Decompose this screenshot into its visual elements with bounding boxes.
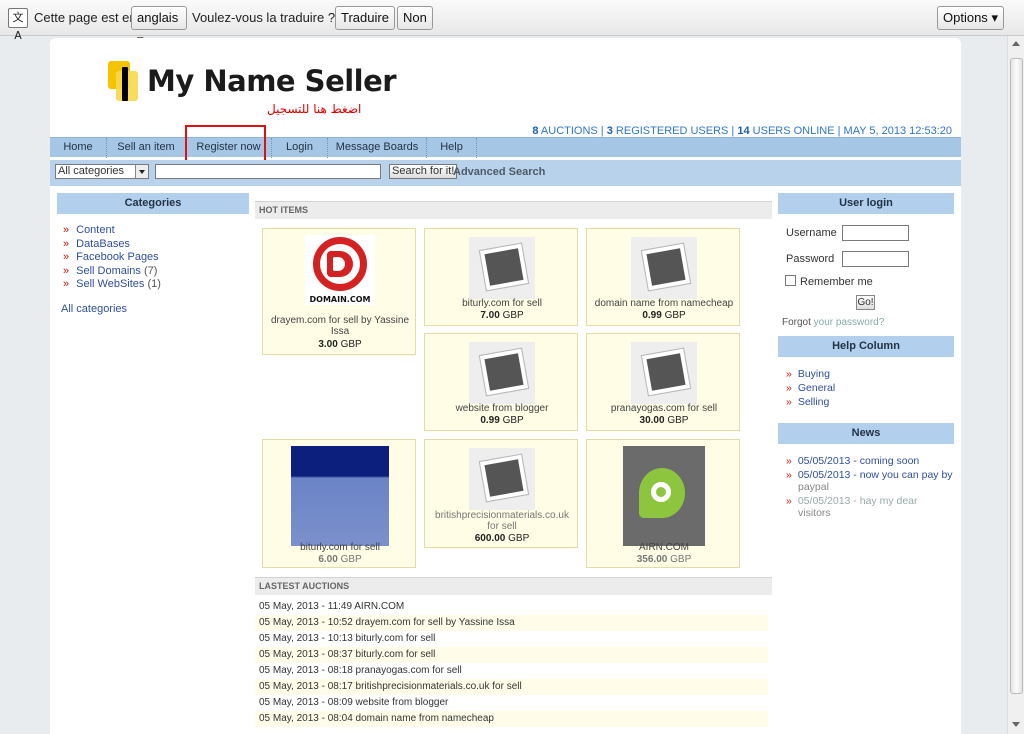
help-column-header: Help Column [778, 336, 954, 357]
image-placeholder-icon [469, 448, 535, 510]
translate-bar: 文A Cette page est en anglais ▾ Voulez-vo… [0, 0, 1024, 47]
auction-link[interactable]: 05 May, 2013 - 08:18 pranayogas.com for … [255, 663, 768, 679]
domain-logo-image: DOMAIN.COM [305, 235, 375, 305]
image-placeholder-icon [469, 342, 535, 404]
language-select[interactable]: anglais ▾ [131, 6, 187, 47]
scrollbar[interactable] [1007, 36, 1024, 734]
chevron-down-icon [135, 165, 148, 178]
advanced-search-link[interactable]: Advanced Search [453, 166, 545, 178]
image-placeholder-icon [631, 342, 697, 404]
news-header: News [778, 423, 954, 444]
category-item[interactable]: » Sell Domains (7) [63, 265, 161, 279]
news-item[interactable]: » 05/05/2013 - now you can pay by paypal [786, 469, 953, 493]
auction-link[interactable]: 05 May, 2013 - 10:13 biturly.com for sel… [255, 631, 768, 647]
help-item[interactable]: » General [786, 382, 835, 394]
auction-link[interactable]: 05 May, 2013 - 08:17 britishprecisionmat… [255, 679, 768, 695]
password-input[interactable] [842, 251, 909, 267]
forgot-password-link[interactable]: Forgot your password? [782, 317, 884, 328]
hot-item-card[interactable]: DOMAIN.COM drayem.com for sell by Yassin… [262, 228, 416, 355]
auction-link[interactable]: 05 May, 2013 - 08:04 domain name from na… [255, 711, 768, 727]
help-item[interactable]: » Buying [786, 368, 835, 380]
translate-options-button[interactable]: Options ▾ [937, 6, 1004, 30]
category-item[interactable]: » DataBases [63, 238, 161, 252]
search-button[interactable]: Search for it! [389, 164, 458, 179]
nav-message-boards[interactable]: Message Boards [328, 138, 427, 158]
page: My Name Seller اضغط هنا للتسجيل 8 AUCTIO… [50, 38, 961, 734]
blue-banner-image [291, 446, 389, 546]
news-item[interactable]: » 05/05/2013 - coming soon [786, 455, 953, 467]
username-label: Username [786, 227, 837, 239]
categories-header: Categories [57, 193, 249, 214]
search-input[interactable] [155, 164, 381, 179]
category-list: » Content » DataBases » Facebook Pages » Sel… [63, 224, 161, 292]
airn-logo-image [623, 446, 705, 546]
nav-home[interactable]: Home [50, 138, 107, 158]
translate-prefix: Cette page est en [34, 10, 137, 25]
scroll-up-icon[interactable] [1012, 41, 1020, 46]
remember-label: Remember me [800, 276, 873, 288]
translate-icon: 文A [8, 8, 28, 42]
nav-help[interactable]: Help [427, 138, 477, 158]
password-label: Password [786, 253, 835, 265]
login-go-button[interactable]: Go! [856, 295, 875, 310]
hot-item-card[interactable]: website from blogger 0.99 GBP [424, 333, 578, 431]
auction-link[interactable]: 05 May, 2013 - 08:37 biturly.com for sel… [255, 647, 768, 663]
nav-sell-an-item[interactable]: Sell an item [107, 138, 186, 158]
help-list: » Buying » General » Selling [786, 368, 835, 408]
scroll-down-icon[interactable] [1012, 722, 1020, 727]
auction-link[interactable]: 05 May, 2013 - 11:49 AIRN.COM [255, 599, 768, 615]
site-stats: 8 AUCTIONS | 3 REGISTERED USERS | 14 USE… [532, 125, 952, 137]
latest-auctions-header: LASTEST AUCTIONS [255, 577, 772, 595]
hot-item-card[interactable]: domain name from namecheap 0.99 GBP [586, 228, 740, 326]
hot-item-card[interactable]: biturly.com for sell 6.00 GBP [262, 439, 416, 568]
search-bar: All categories Search for it! Advanced S… [50, 160, 961, 186]
category-select[interactable]: All categories [55, 164, 149, 179]
translate-button[interactable]: Traduire [335, 6, 395, 30]
scroll-thumb[interactable] [1010, 58, 1023, 694]
hot-items-header: HOT ITEMS [255, 201, 772, 219]
image-placeholder-icon [631, 237, 697, 299]
chevron-down-icon: ▾ [991, 10, 998, 25]
nav-login[interactable]: Login [272, 138, 328, 158]
auction-link[interactable]: 05 May, 2013 - 08:09 website from blogge… [255, 695, 768, 711]
news-list: » 05/05/2013 - coming soon » 05/05/2013 - … [786, 455, 953, 519]
help-item[interactable]: » Selling [786, 396, 835, 408]
image-placeholder-icon [469, 237, 535, 299]
logo-text[interactable]: My Name Seller [147, 64, 397, 98]
username-input[interactable] [842, 225, 909, 241]
user-login-header: User login [778, 193, 954, 214]
logo-icon[interactable] [108, 61, 148, 105]
hot-item-card[interactable]: biturly.com for sell 7.00 GBP [424, 228, 578, 326]
register-caption[interactable]: اضغط هنا للتسجيل [267, 102, 361, 116]
remember-checkbox[interactable] [785, 275, 796, 286]
hot-item-card[interactable]: pranayogas.com for sell 30.00 GBP [586, 333, 740, 431]
hot-item-card[interactable]: britishprecisionmaterials.co.uk for sell… [424, 439, 578, 548]
all-categories-link[interactable]: All categories [61, 303, 127, 315]
highlight-box [185, 125, 266, 163]
category-item[interactable]: » Facebook Pages [63, 251, 161, 265]
news-item[interactable]: » 05/05/2013 - hay my dear visitors [786, 495, 953, 519]
translate-question: Voulez-vous la traduire ? [192, 10, 336, 25]
no-translate-button[interactable]: Non [397, 6, 433, 30]
category-item[interactable]: » Sell WebSites (1) [63, 278, 161, 292]
hot-item-card[interactable]: AIRN.COM 356.00 GBP [586, 439, 740, 568]
auction-link[interactable]: 05 May, 2013 - 10:52 drayem.com for sell… [255, 615, 768, 631]
category-item[interactable]: » Content [63, 224, 161, 238]
